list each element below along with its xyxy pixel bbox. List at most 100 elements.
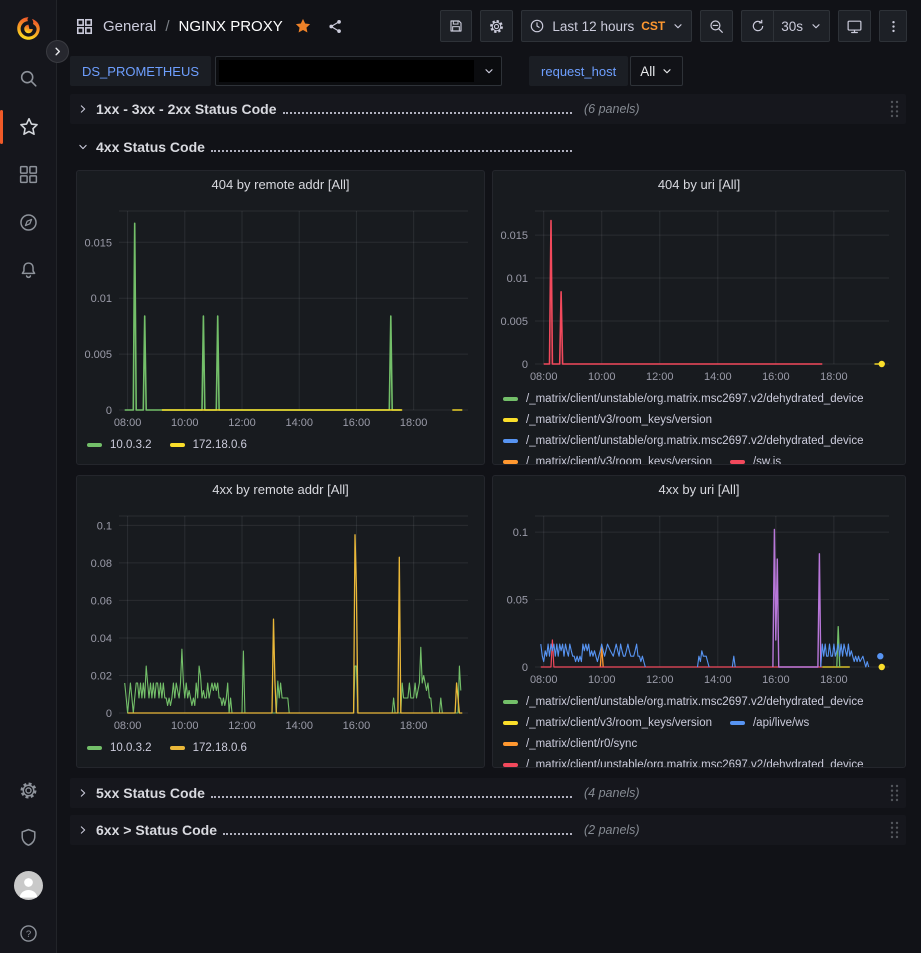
row-dots: [211, 796, 572, 798]
chart-404-by-uri[interactable]: 00.0050.010.01508:0010:0012:0014:0016:00…: [493, 198, 905, 388]
svg-text:0.04: 0.04: [91, 633, 112, 645]
chart-4xx-by-uri[interactable]: 00.050.108:0010:0012:0014:0016:0018:00: [493, 503, 905, 691]
chart-legend: /_matrix/client/unstable/org.matrix.msc2…: [493, 691, 905, 767]
dashboard-canvas: 1xx - 3xx - 2xx Status Code (6 panels) 4…: [57, 0, 921, 953]
avatar: [14, 871, 43, 900]
svg-text:16:00: 16:00: [343, 417, 371, 429]
legend-item[interactable]: /_matrix/client/unstable/org.matrix.msc2…: [503, 691, 864, 712]
row-dots: [211, 150, 572, 152]
row-panel-count: (4 panels): [584, 786, 640, 800]
legend-swatch: [503, 397, 518, 401]
legend-item[interactable]: /_matrix/client/v3/room_keys/version: [503, 712, 712, 733]
legend-item[interactable]: /_matrix/client/unstable/org.matrix.msc2…: [503, 430, 864, 451]
legend-item[interactable]: /_matrix/client/v3/room_keys/version: [503, 409, 712, 430]
svg-text:0.005: 0.005: [500, 316, 528, 328]
panel-4xx-by-uri: 4xx by uri [All] 00.050.108:0010:0012:00…: [492, 475, 906, 768]
row-dots: [223, 833, 572, 835]
panel-title[interactable]: 404 by uri [All]: [493, 171, 905, 198]
legend-item[interactable]: 10.0.3.2: [87, 434, 152, 455]
row-drag-handle[interactable]: [889, 99, 900, 119]
legend-label: /api/live/ws: [753, 717, 809, 729]
bell-icon: [18, 260, 39, 281]
legend-item[interactable]: 172.18.0.6: [170, 737, 247, 758]
legend-item[interactable]: /api/live/ws: [730, 712, 809, 733]
legend-swatch: [730, 721, 745, 725]
svg-text:0: 0: [106, 708, 112, 720]
svg-text:10:00: 10:00: [171, 417, 199, 429]
legend-swatch: [87, 746, 102, 750]
svg-text:0.1: 0.1: [97, 520, 112, 532]
panel-404-by-uri: 404 by uri [All] 00.0050.010.01508:0010:…: [492, 170, 906, 465]
legend-item[interactable]: /_matrix/client/unstable/org.matrix.msc2…: [503, 388, 864, 409]
svg-text:0.06: 0.06: [91, 595, 112, 607]
legend-item[interactable]: /_matrix/client/r0/sync: [503, 733, 637, 754]
chart-4xx-by-remote-addr[interactable]: 00.020.040.060.080.108:0010:0012:0014:00…: [77, 503, 484, 737]
svg-text:12:00: 12:00: [228, 417, 256, 429]
svg-text:16:00: 16:00: [762, 371, 790, 383]
svg-text:0.015: 0.015: [84, 237, 112, 249]
chevron-right-icon: [78, 104, 88, 114]
svg-text:0: 0: [522, 662, 528, 674]
legend-item[interactable]: 172.18.0.6: [170, 434, 247, 455]
sidebar-item-starred[interactable]: [0, 107, 57, 147]
row-panel-count: (2 panels): [584, 823, 640, 837]
legend-label: 172.18.0.6: [193, 742, 247, 754]
panel-title[interactable]: 404 by remote addr [All]: [77, 171, 484, 198]
legend-label: /_matrix/client/unstable/org.matrix.msc2…: [526, 435, 864, 447]
sidebar-item-search[interactable]: [0, 58, 57, 98]
panel-title[interactable]: 4xx by uri [All]: [493, 476, 905, 503]
row-drag-handle[interactable]: [889, 783, 900, 803]
svg-text:0.1: 0.1: [513, 527, 528, 539]
grafana-logo[interactable]: [0, 8, 57, 48]
chart-legend: /_matrix/client/unstable/org.matrix.msc2…: [493, 388, 905, 464]
svg-text:10:00: 10:00: [171, 720, 199, 732]
legend-swatch: [503, 439, 518, 443]
legend-swatch: [503, 418, 518, 422]
sidebar-expand-button[interactable]: [46, 40, 69, 63]
grafana-app: ? General / NGINX PROXY: [0, 0, 921, 953]
svg-text:0: 0: [522, 359, 528, 371]
sidebar-item-explore[interactable]: [0, 202, 57, 242]
svg-text:0.01: 0.01: [91, 293, 112, 305]
grafana-logo-icon: [15, 15, 42, 42]
legend-label: /sw.js: [753, 456, 781, 465]
chevron-down-icon: [78, 142, 88, 152]
svg-text:0.08: 0.08: [91, 558, 112, 570]
legend-swatch: [503, 763, 518, 767]
svg-text:0.005: 0.005: [84, 349, 112, 361]
svg-text:10:00: 10:00: [588, 674, 616, 686]
sidebar-item-alerting[interactable]: [0, 250, 57, 290]
svg-text:16:00: 16:00: [343, 720, 371, 732]
svg-text:18:00: 18:00: [820, 371, 848, 383]
gear-icon: [18, 780, 39, 801]
svg-text:08:00: 08:00: [530, 674, 558, 686]
sidebar-item-profile[interactable]: [0, 865, 57, 905]
panel-title[interactable]: 4xx by remote addr [All]: [77, 476, 484, 503]
row-header-4xx[interactable]: 4xx Status Code: [70, 132, 906, 162]
row-drag-handle[interactable]: [889, 820, 900, 840]
svg-text:08:00: 08:00: [114, 720, 142, 732]
legend-item[interactable]: /_matrix/client/v3/room_keys/version: [503, 451, 712, 464]
chart-404-by-remote-addr[interactable]: 00.0050.010.01508:0010:0012:0014:0016:00…: [77, 198, 484, 434]
sidebar-item-help[interactable]: ?: [0, 913, 57, 953]
legend-item[interactable]: /_matrix/client/unstable/org.matrix.msc2…: [503, 754, 864, 767]
legend-label: /_matrix/client/unstable/org.matrix.msc2…: [526, 696, 864, 708]
row-header-6xx[interactable]: 6xx > Status Code (2 panels): [70, 815, 906, 845]
legend-item[interactable]: 10.0.3.2: [87, 737, 152, 758]
row-header-1xx-3xx-2xx[interactable]: 1xx - 3xx - 2xx Status Code (6 panels): [70, 94, 906, 124]
row-header-5xx[interactable]: 5xx Status Code (4 panels): [70, 778, 906, 808]
legend-item[interactable]: /sw.js: [730, 451, 781, 464]
svg-text:14:00: 14:00: [704, 674, 732, 686]
svg-text:0: 0: [106, 405, 112, 417]
legend-label: /_matrix/client/v3/room_keys/version: [526, 717, 712, 729]
svg-text:08:00: 08:00: [530, 371, 558, 383]
legend-label: /_matrix/client/r0/sync: [526, 738, 637, 750]
sidebar-item-server-admin[interactable]: [0, 817, 57, 857]
search-icon: [18, 68, 39, 89]
sidebar-item-dashboards[interactable]: [0, 154, 57, 194]
svg-text:12:00: 12:00: [646, 371, 674, 383]
legend-swatch: [503, 700, 518, 704]
chevron-right-icon: [52, 46, 63, 57]
sidebar-item-configuration[interactable]: [0, 770, 57, 810]
legend-label: 10.0.3.2: [110, 742, 152, 754]
